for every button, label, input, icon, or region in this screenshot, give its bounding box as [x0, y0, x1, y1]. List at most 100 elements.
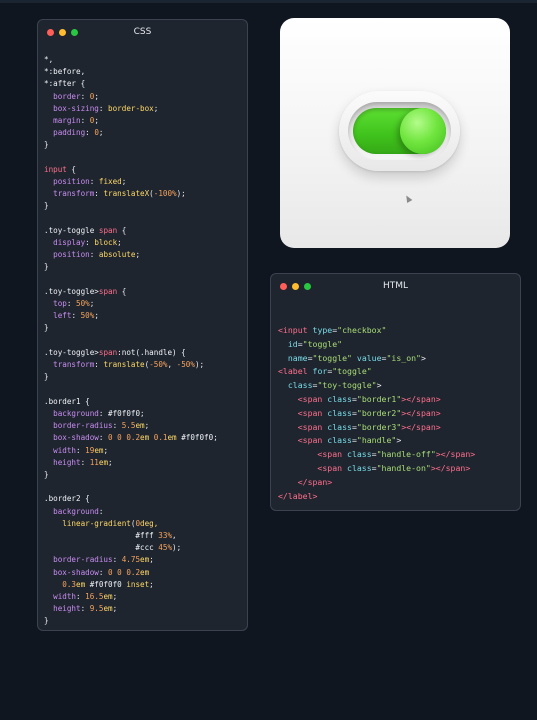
css-window-titlebar: CSS	[38, 20, 247, 46]
code-token: :	[89, 250, 99, 260]
code-token: ;	[144, 421, 150, 431]
code-token: "toggle"	[332, 366, 372, 377]
code-token: 11	[89, 457, 99, 467]
code-token: em	[140, 433, 154, 443]
css-code-line: .toy-toggle span {	[44, 225, 247, 237]
code-token: }	[44, 201, 49, 211]
code-token: deg,	[140, 518, 159, 528]
code-token: height	[44, 457, 81, 467]
code-token: }	[44, 262, 49, 272]
code-token: {	[117, 225, 127, 235]
code-token: "border2"	[356, 407, 402, 418]
html-code-line: <span class="handle-off"></span>	[278, 448, 520, 462]
code-token: }	[44, 372, 49, 382]
code-token: <span	[278, 435, 328, 446]
code-token: box-shadow	[44, 433, 99, 443]
code-token: em	[135, 421, 145, 431]
code-token: background	[44, 506, 99, 516]
code-token: :	[71, 311, 81, 321]
code-token: }	[44, 616, 49, 626]
code-token: <span	[278, 421, 328, 432]
code-token: .toy-toggle	[44, 225, 99, 235]
code-token: ;	[213, 433, 218, 443]
code-token: class	[347, 449, 372, 460]
html-code-line: <span class="handle">	[278, 434, 520, 448]
code-token: <label	[278, 366, 313, 377]
code-token: ;	[112, 591, 118, 601]
html-code-line: <span class="border2"></span>	[278, 407, 520, 421]
html-code-line: </span>	[278, 476, 520, 490]
code-token: ;	[108, 457, 113, 467]
code-token: <input	[278, 325, 313, 335]
code-token: .border1 {	[44, 396, 90, 406]
code-token: em	[140, 555, 150, 565]
code-token: class	[347, 462, 372, 473]
code-token: >	[376, 380, 382, 391]
code-token: type	[312, 325, 333, 335]
code-token: ;	[94, 91, 99, 101]
code-token: );	[194, 360, 205, 370]
toggle-inner-ring	[348, 102, 451, 160]
code-token: ></span>	[401, 421, 441, 432]
toggle-switch[interactable]	[339, 91, 460, 171]
css-code-line	[44, 481, 247, 493]
code-token: ;	[94, 116, 99, 126]
css-code-line: }	[44, 261, 247, 273]
code-token: :	[112, 421, 122, 431]
code-token: "border1"	[356, 393, 402, 404]
code-token: 50%	[76, 299, 90, 309]
css-code-line: position: fixed;	[44, 176, 247, 188]
css-code-line: }	[44, 615, 247, 627]
css-code-line: margin: 0;	[44, 115, 247, 127]
html-code-block[interactable]: <input type="checkbox" id="toggle" name=…	[271, 300, 520, 503]
css-code-line: display: block;	[44, 237, 247, 249]
code-token: 5.5	[121, 421, 136, 431]
css-code-line: background:	[44, 506, 247, 518]
css-code-line: .border2 {	[44, 493, 247, 505]
code-token: :	[80, 457, 90, 467]
code-token: <span	[278, 393, 328, 404]
css-code-line: input {	[44, 164, 247, 176]
css-code-line: }	[44, 139, 247, 151]
css-code-line	[44, 383, 247, 395]
css-code-line: border-radius: 5.5em;	[44, 420, 247, 432]
css-code-line: height: 11em;	[44, 457, 247, 469]
code-token: ></span>	[435, 449, 476, 460]
html-code-line: class="toy-toggle">	[278, 379, 520, 393]
css-code-line: }	[44, 371, 247, 383]
code-token: fixed	[98, 177, 122, 187]
code-token: translate	[103, 360, 145, 370]
code-token: :	[76, 445, 86, 455]
css-code-line: .toy-toggle>span {	[44, 286, 247, 298]
html-code-line: <span class="border3"></span>	[278, 421, 520, 435]
css-window-title: CSS	[133, 27, 152, 37]
code-token: );	[176, 189, 186, 199]
html-editor-window: HTML <input type="checkbox" id="toggle" …	[270, 273, 521, 511]
html-window-titlebar: HTML	[271, 274, 520, 300]
code-token: transform	[44, 189, 95, 199]
code-token: -50%	[176, 360, 195, 370]
css-code-line	[44, 213, 247, 225]
css-code-line: }	[44, 469, 247, 481]
css-code-line: position: absolute;	[44, 249, 247, 261]
code-token: ></span>	[430, 462, 471, 473]
code-token: ></span>	[401, 393, 441, 404]
code-token: :	[98, 408, 109, 418]
code-token: 50%	[80, 311, 95, 321]
code-token: class	[327, 435, 352, 446]
code-token: 0 0 0.2	[108, 567, 141, 577]
top-strip	[0, 0, 537, 3]
toggle-handle[interactable]	[400, 108, 446, 154]
code-token: 0.3	[44, 579, 77, 589]
code-token: class	[327, 393, 352, 404]
code-token: :	[98, 103, 109, 113]
code-token: #fff	[44, 530, 159, 540]
html-code-line: name="toggle" value="is_on">	[278, 352, 520, 366]
css-code-line: background: #f0f0f0;	[44, 408, 247, 420]
code-token: "is_on"	[386, 352, 421, 363]
code-token: border-radius	[44, 421, 113, 431]
code-token: ;	[103, 445, 109, 455]
css-code-block[interactable]: *, *:before, *:after { border: 0; box-sizi…	[38, 46, 247, 628]
html-window-title: HTML	[382, 281, 409, 291]
css-code-line: width: 16.5em;	[44, 591, 247, 603]
